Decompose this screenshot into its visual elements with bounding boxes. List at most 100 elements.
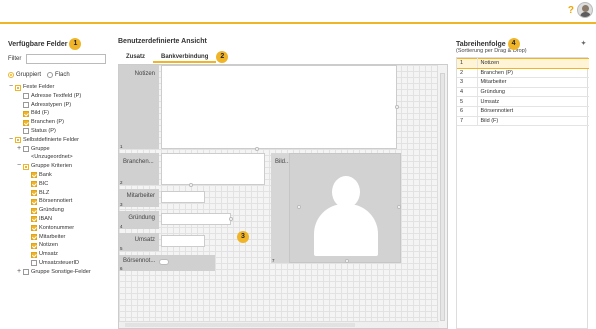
tree-node[interactable]: Adresse Textfeld (P) bbox=[8, 93, 108, 102]
tree-checkbox[interactable] bbox=[23, 102, 29, 109]
tree-checkbox[interactable] bbox=[23, 163, 29, 170]
tree-node[interactable]: Adresstypen (P) bbox=[8, 102, 108, 111]
tree-checkbox[interactable] bbox=[23, 93, 29, 100]
tree-node[interactable]: BLZ bbox=[8, 190, 108, 199]
layout-designer-canvas[interactable]: Notizen 1 Branchen... 2 Bild... 7 Mitarb… bbox=[118, 64, 448, 329]
tree-node[interactable]: Bild (F) bbox=[8, 110, 108, 119]
resize-handle[interactable] bbox=[297, 205, 301, 209]
tree-node[interactable]: Umsatz bbox=[8, 251, 108, 260]
collapse-icon[interactable]: − bbox=[16, 162, 22, 169]
radio-flat[interactable] bbox=[47, 72, 54, 78]
tree-node[interactable]: <Unzugeordnet> bbox=[8, 154, 108, 163]
tree-checkbox[interactable] bbox=[23, 119, 29, 126]
field-branchen-input[interactable] bbox=[161, 153, 265, 185]
field-mitarbeiter-input[interactable] bbox=[161, 191, 205, 203]
field-notizen[interactable]: Notizen 1 bbox=[119, 65, 399, 151]
tree-checkbox[interactable] bbox=[31, 216, 37, 223]
tree-node[interactable]: BIC bbox=[8, 181, 108, 190]
tab-zusatz[interactable]: Zusatz bbox=[118, 51, 153, 63]
toggle-switch-icon[interactable] bbox=[159, 259, 169, 265]
resize-handle[interactable] bbox=[189, 183, 193, 187]
tree-checkbox[interactable] bbox=[31, 181, 37, 188]
tree-node[interactable]: + Gruppe bbox=[8, 145, 108, 155]
field-umsatz[interactable]: Umsatz 5 bbox=[119, 233, 209, 251]
row-number: 1 bbox=[120, 144, 123, 149]
tree-node-label: Branchen (P) bbox=[31, 119, 64, 126]
user-avatar-icon[interactable] bbox=[577, 2, 593, 18]
tab-order-field: Notizen bbox=[477, 58, 589, 69]
expand-icon[interactable]: + bbox=[16, 145, 22, 152]
expand-icon[interactable]: + bbox=[16, 268, 22, 275]
resize-handle[interactable] bbox=[229, 217, 233, 221]
tree-checkbox[interactable] bbox=[23, 110, 29, 117]
tree-node[interactable]: Börsennotiert bbox=[8, 198, 108, 207]
resize-handle[interactable] bbox=[397, 205, 401, 209]
tree-node[interactable]: Kontonummer bbox=[8, 225, 108, 234]
field-branchen[interactable]: Branchen... 2 bbox=[119, 153, 265, 187]
horizontal-scroll-thumb[interactable] bbox=[125, 323, 355, 327]
field-notizen-input[interactable] bbox=[161, 65, 397, 149]
collapse-icon[interactable]: − bbox=[8, 136, 14, 143]
resize-handle[interactable] bbox=[255, 147, 259, 151]
vertical-scroll-thumb[interactable] bbox=[440, 73, 445, 321]
step-badge-1: 1 bbox=[69, 38, 82, 50]
horizontal-scrollbar[interactable] bbox=[119, 321, 439, 328]
tree-node[interactable]: Branchen (P) bbox=[8, 119, 108, 128]
pin-icon[interactable]: ✦ bbox=[581, 40, 586, 47]
field-mitarbeiter-label: Mitarbeiter bbox=[119, 189, 159, 207]
tab-order-row[interactable]: 4 Gründung bbox=[457, 87, 589, 98]
tree-node[interactable]: − Gruppe Kriterien bbox=[8, 162, 108, 172]
tab-order-table: 1 Notizen 2 Branchen (P) 3 Mitarbeiter 4 Gründu… bbox=[457, 58, 589, 127]
tab-order-row[interactable]: 1 Notizen bbox=[457, 58, 589, 69]
available-fields-panel: Verfügbare Felder 1 Filter Gruppiert Fla… bbox=[8, 38, 108, 329]
tree-node[interactable]: Gründung bbox=[8, 207, 108, 216]
tab-order-row[interactable]: 2 Branchen (P) bbox=[457, 68, 589, 79]
tree-checkbox[interactable] bbox=[23, 269, 29, 276]
tree-checkbox[interactable] bbox=[31, 198, 37, 205]
tree-checkbox[interactable] bbox=[31, 207, 37, 214]
tree-node[interactable]: IBAN bbox=[8, 216, 108, 225]
tree-checkbox[interactable] bbox=[23, 146, 29, 153]
field-boersennotiert[interactable]: Börsennot... 6 bbox=[119, 255, 215, 271]
vertical-scrollbar[interactable] bbox=[437, 65, 447, 328]
tree-checkbox[interactable] bbox=[31, 190, 37, 197]
tree-checkbox[interactable] bbox=[31, 251, 37, 258]
field-gruendung[interactable]: Gründung 4 bbox=[119, 211, 235, 229]
tree-node[interactable]: − Selbstdefinierte Felder bbox=[8, 136, 108, 146]
tree-node[interactable]: + Gruppe Sonstige-Felder bbox=[8, 268, 108, 278]
tree-node[interactable]: − Feste Felder bbox=[8, 83, 108, 93]
resize-handle[interactable] bbox=[395, 105, 399, 109]
tree-checkbox[interactable] bbox=[15, 137, 21, 144]
tab-order-row[interactable]: 3 Mitarbeiter bbox=[457, 77, 589, 88]
radio-flat-label: Flach bbox=[55, 72, 70, 78]
field-mitarbeiter[interactable]: Mitarbeiter 3 bbox=[119, 189, 209, 207]
tree-checkbox[interactable] bbox=[31, 242, 37, 249]
tree-checkbox[interactable] bbox=[31, 225, 37, 232]
tree-checkbox[interactable] bbox=[23, 128, 29, 135]
tree-checkbox[interactable] bbox=[15, 84, 21, 91]
tree-node[interactable]: Status (P) bbox=[8, 128, 108, 137]
tab-order-row[interactable]: 6 Börsennotiert bbox=[457, 106, 589, 117]
field-umsatz-input[interactable] bbox=[161, 235, 205, 247]
radio-grouped[interactable] bbox=[8, 72, 14, 78]
tree-node[interactable]: Notizen bbox=[8, 242, 108, 251]
field-bild[interactable]: Bild... 7 bbox=[271, 153, 401, 263]
field-notizen-label: Notizen bbox=[119, 65, 159, 149]
resize-handle[interactable] bbox=[345, 259, 349, 263]
tab-bankverbindung[interactable]: Bankverbindung bbox=[153, 51, 217, 63]
collapse-icon[interactable]: − bbox=[8, 83, 14, 90]
field-gruendung-input[interactable] bbox=[161, 213, 231, 225]
filter-input[interactable] bbox=[26, 53, 106, 64]
help-button[interactable]: ? bbox=[568, 5, 574, 16]
tab-order-row[interactable]: 5 Umsatz bbox=[457, 96, 589, 107]
tree-node[interactable]: UmsatzsteuerID bbox=[8, 260, 108, 269]
tree-checkbox[interactable] bbox=[31, 260, 37, 267]
tab-order-row[interactable]: 7 Bild (F) bbox=[457, 116, 589, 127]
tree-node[interactable]: Bank bbox=[8, 172, 108, 181]
tree-node-label: Mitarbeiter bbox=[39, 233, 66, 240]
field-bild-image[interactable] bbox=[289, 153, 401, 263]
tree-checkbox[interactable] bbox=[31, 172, 37, 179]
tree-checkbox[interactable] bbox=[31, 234, 37, 241]
tree-node[interactable]: Mitarbeiter bbox=[8, 234, 108, 243]
tab-order-index: 7 bbox=[457, 116, 478, 127]
